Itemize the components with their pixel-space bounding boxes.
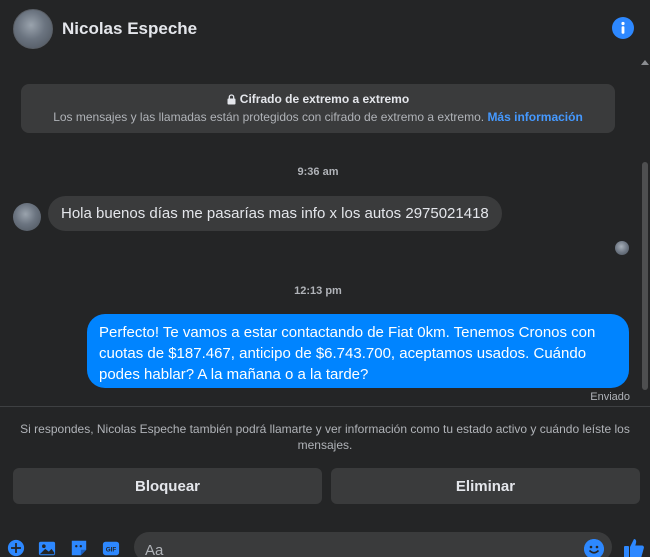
sender-avatar[interactable] — [13, 203, 41, 231]
encryption-text: Los mensajes y las llamadas están proteg… — [53, 110, 485, 124]
scroll-up-arrow[interactable] — [641, 60, 649, 65]
message-status: Enviado — [590, 391, 630, 403]
gif-icon[interactable]: GIF — [101, 539, 121, 557]
encryption-title: Cifrado de extremo a extremo — [239, 92, 410, 106]
message-timestamp: 12:13 pm — [294, 285, 342, 297]
contact-avatar[interactable] — [13, 9, 53, 49]
read-receipt-avatar — [615, 241, 629, 255]
privacy-notice: Si respondes, Nicolas Espeche también po… — [20, 422, 630, 452]
divider — [0, 406, 650, 407]
info-icon[interactable] — [612, 17, 634, 39]
message-timestamp: 9:36 am — [297, 166, 339, 178]
thumbs-up-icon[interactable] — [622, 536, 646, 557]
plus-icon[interactable] — [6, 539, 26, 557]
more-info-link[interactable]: Más información — [487, 110, 582, 124]
lock-icon — [227, 93, 236, 104]
image-icon[interactable] — [37, 539, 57, 557]
delete-button[interactable]: Eliminar — [331, 468, 640, 504]
outgoing-message[interactable]: Perfecto! Te vamos a estar contactando d… — [87, 314, 629, 388]
sticker-icon[interactable] — [69, 539, 89, 557]
block-button[interactable]: Bloquear — [13, 468, 322, 504]
conversation-header: Nicolas Espeche — [0, 0, 650, 58]
scroll-thumb[interactable] — [642, 162, 648, 390]
incoming-message[interactable]: Hola buenos días me pasarías mas info x … — [48, 196, 502, 231]
svg-text:GIF: GIF — [106, 547, 117, 554]
contact-name[interactable]: Nicolas Espeche — [62, 19, 197, 39]
encryption-notice: Cifrado de extremo a extremo Los mensaje… — [21, 84, 615, 133]
message-input[interactable]: Aa — [134, 532, 612, 557]
emoji-icon[interactable] — [584, 539, 604, 557]
